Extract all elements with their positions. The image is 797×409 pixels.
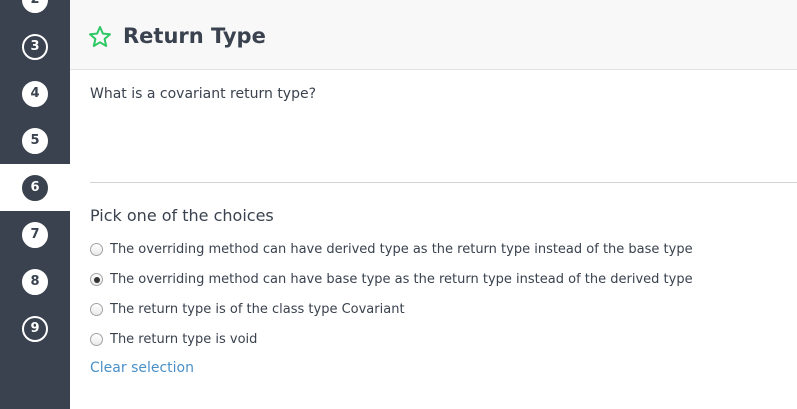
radio-button[interactable] <box>90 333 103 346</box>
star-outline-icon[interactable] <box>88 25 112 49</box>
page-title: Return Type <box>123 24 266 48</box>
nav-item-question-5[interactable]: 5 <box>0 117 70 164</box>
choice-label: The overriding method can have base type… <box>110 272 693 287</box>
choice-label: The return type is void <box>110 332 258 347</box>
nav-item-number: 9 <box>22 316 48 342</box>
radio-button[interactable] <box>90 243 103 256</box>
nav-item-number: 2 <box>22 0 48 13</box>
nav-item-number: 8 <box>22 269 48 295</box>
choice-label: The overriding method can have derived t… <box>110 242 693 257</box>
clear-selection-link[interactable]: Clear selection <box>90 358 194 378</box>
question-text: What is a covariant return type? <box>90 86 317 102</box>
nav-item-question-2[interactable]: 2 <box>0 0 70 23</box>
question-header: Return Type <box>70 0 797 70</box>
section-divider <box>90 182 797 183</box>
question-nav-sidebar: 2 3 4 5 6 7 8 9 <box>0 0 70 409</box>
nav-item-number: 4 <box>22 81 48 107</box>
nav-item-number: 3 <box>22 34 48 60</box>
nav-item-question-3[interactable]: 3 <box>0 23 70 70</box>
nav-item-number: 7 <box>22 222 48 248</box>
nav-item-question-6[interactable]: 6 <box>0 164 70 211</box>
app-window: 2 3 4 5 6 7 8 9 Return Type What is a co… <box>0 0 797 409</box>
choices-heading: Pick one of the choices <box>90 206 274 225</box>
choice-label: The return type is of the class type Cov… <box>110 302 405 317</box>
nav-item-question-7[interactable]: 7 <box>0 211 70 258</box>
nav-item-number: 6 <box>22 175 48 201</box>
radio-button[interactable] <box>90 303 103 316</box>
nav-item-question-4[interactable]: 4 <box>0 70 70 117</box>
radio-button-selected[interactable] <box>90 273 103 286</box>
nav-item-question-8[interactable]: 8 <box>0 258 70 305</box>
nav-item-question-9[interactable]: 9 <box>0 305 70 352</box>
nav-item-number: 5 <box>22 128 48 154</box>
